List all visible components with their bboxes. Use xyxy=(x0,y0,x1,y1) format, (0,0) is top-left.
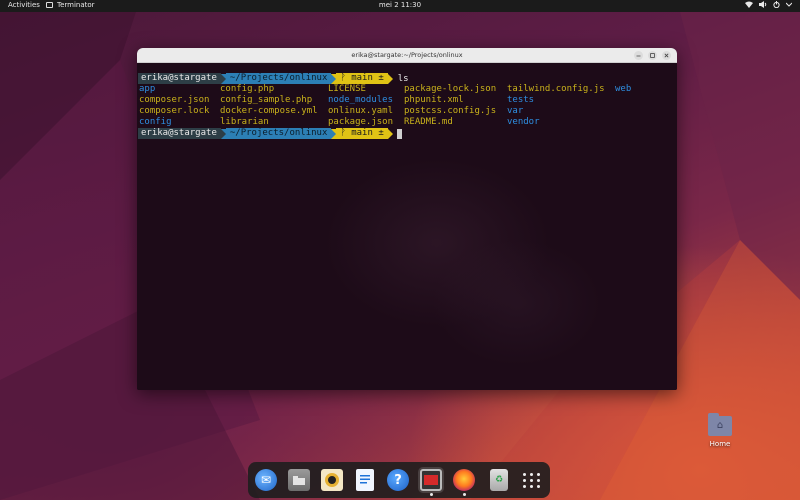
prompt-separator xyxy=(387,128,393,139)
top-bar: Activities Terminator mei 2 11:30 xyxy=(0,0,800,12)
ls-column: app composer.json composer.lock config xyxy=(139,84,209,128)
dock-files[interactable] xyxy=(286,467,312,493)
terminal-window: erika@stargate:~/Projects/onlinux erika@… xyxy=(137,48,677,390)
list-item: var xyxy=(507,106,524,116)
maximize-icon xyxy=(650,53,655,58)
window-controls xyxy=(634,51,671,60)
files-icon xyxy=(288,469,310,491)
close-icon xyxy=(664,53,669,58)
list-item: README.md xyxy=(404,117,453,127)
terminal-pane[interactable]: erika@stargate ~/Projects/onlinux ᚹ main… xyxy=(137,63,677,390)
terminal-cursor xyxy=(396,128,402,139)
list-item: composer.json xyxy=(139,95,210,105)
minimize-icon xyxy=(636,55,641,57)
list-item: tests xyxy=(507,95,535,105)
list-item: postcss.config.js xyxy=(404,106,497,116)
app-menu-label: Terminator xyxy=(57,1,95,9)
ls-column: LICENSE node_modules onlinux.yaml packag… xyxy=(328,84,393,128)
dock-trash[interactable]: ♻ xyxy=(486,467,512,493)
terminal-app-icon xyxy=(46,2,53,8)
prompt-path: ~/Projects/onlinux xyxy=(225,73,332,84)
running-indicator xyxy=(430,493,433,496)
list-item: librarian xyxy=(220,117,269,127)
trash-icon: ♻ xyxy=(490,469,508,491)
list-item: config.php xyxy=(220,84,275,94)
terminator-icon xyxy=(420,469,442,491)
list-item: phpunit.xml xyxy=(404,95,464,105)
writer-icon xyxy=(356,469,374,491)
dock-show-apps[interactable] xyxy=(519,467,545,493)
dock-writer[interactable] xyxy=(352,467,378,493)
clock[interactable]: mei 2 11:30 xyxy=(370,1,430,9)
list-item: vendor xyxy=(507,117,540,127)
ls-column: web xyxy=(615,84,631,95)
house-icon: ⌂ xyxy=(716,420,724,431)
window-titlebar[interactable]: erika@stargate:~/Projects/onlinux xyxy=(137,48,677,63)
help-icon: ? xyxy=(387,469,409,491)
dock-help[interactable]: ? xyxy=(385,467,411,493)
ls-column: config.php config_sample.php docker-comp… xyxy=(220,84,318,128)
desktop-home-icon[interactable]: ⌂ Home xyxy=(704,413,736,448)
dock: ✉ ? ♻ xyxy=(248,462,550,498)
close-button[interactable] xyxy=(662,51,671,60)
running-indicator xyxy=(463,493,466,496)
dock-terminator[interactable] xyxy=(418,467,444,496)
show-apps-icon xyxy=(523,471,541,489)
app-menu[interactable]: Terminator xyxy=(46,1,95,9)
list-item: package.json xyxy=(328,117,394,127)
command-text: ls xyxy=(397,73,409,84)
maximize-button[interactable] xyxy=(648,51,657,60)
dock-firefox[interactable] xyxy=(451,467,477,496)
list-item: config xyxy=(139,117,172,127)
network-icon xyxy=(745,1,753,8)
prompt-separator xyxy=(387,73,393,84)
list-item: docker-compose.yml xyxy=(220,106,318,116)
ls-output: app composer.json composer.lock config c… xyxy=(138,84,677,128)
thunderbird-icon: ✉ xyxy=(255,469,277,491)
ls-column: package-lock.json phpunit.xml postcss.co… xyxy=(404,84,496,128)
activities-button[interactable]: Activities xyxy=(8,1,40,9)
list-item: web xyxy=(615,84,632,94)
list-item: onlinux.yaml xyxy=(328,106,394,116)
list-item: config_sample.php xyxy=(220,95,313,105)
desktop-home-label: Home xyxy=(709,440,731,448)
system-tray[interactable] xyxy=(745,1,792,8)
prompt-user: erika@stargate xyxy=(138,128,221,139)
chevron-down-icon xyxy=(786,2,792,7)
firefox-icon xyxy=(453,469,475,491)
prompt-user: erika@stargate xyxy=(138,73,221,84)
list-item: app xyxy=(139,84,156,94)
prompt-line: erika@stargate ~/Projects/onlinux ᚹ main… xyxy=(138,128,677,139)
list-item: package-lock.json xyxy=(404,84,497,94)
prompt-git-branch: ᚹ main ± xyxy=(336,128,388,139)
window-title: erika@stargate:~/Projects/onlinux xyxy=(351,51,463,59)
list-item: composer.lock xyxy=(139,106,210,116)
prompt-line: erika@stargate ~/Projects/onlinux ᚹ main… xyxy=(138,73,677,84)
dock-rhythmbox[interactable] xyxy=(319,467,345,493)
minimize-button[interactable] xyxy=(634,51,643,60)
list-item: tailwind.config.js xyxy=(507,84,605,94)
power-icon xyxy=(773,1,780,8)
dock-thunderbird[interactable]: ✉ xyxy=(253,467,279,493)
volume-icon xyxy=(759,1,767,8)
rhythmbox-icon xyxy=(321,469,343,491)
ls-column: tailwind.config.js tests var vendor xyxy=(507,84,605,128)
home-folder-icon: ⌂ xyxy=(708,413,732,436)
list-item: node_modules xyxy=(328,95,394,105)
prompt-git-branch: ᚹ main ± xyxy=(336,73,388,84)
list-item: LICENSE xyxy=(328,84,366,94)
prompt-path: ~/Projects/onlinux xyxy=(225,128,332,139)
